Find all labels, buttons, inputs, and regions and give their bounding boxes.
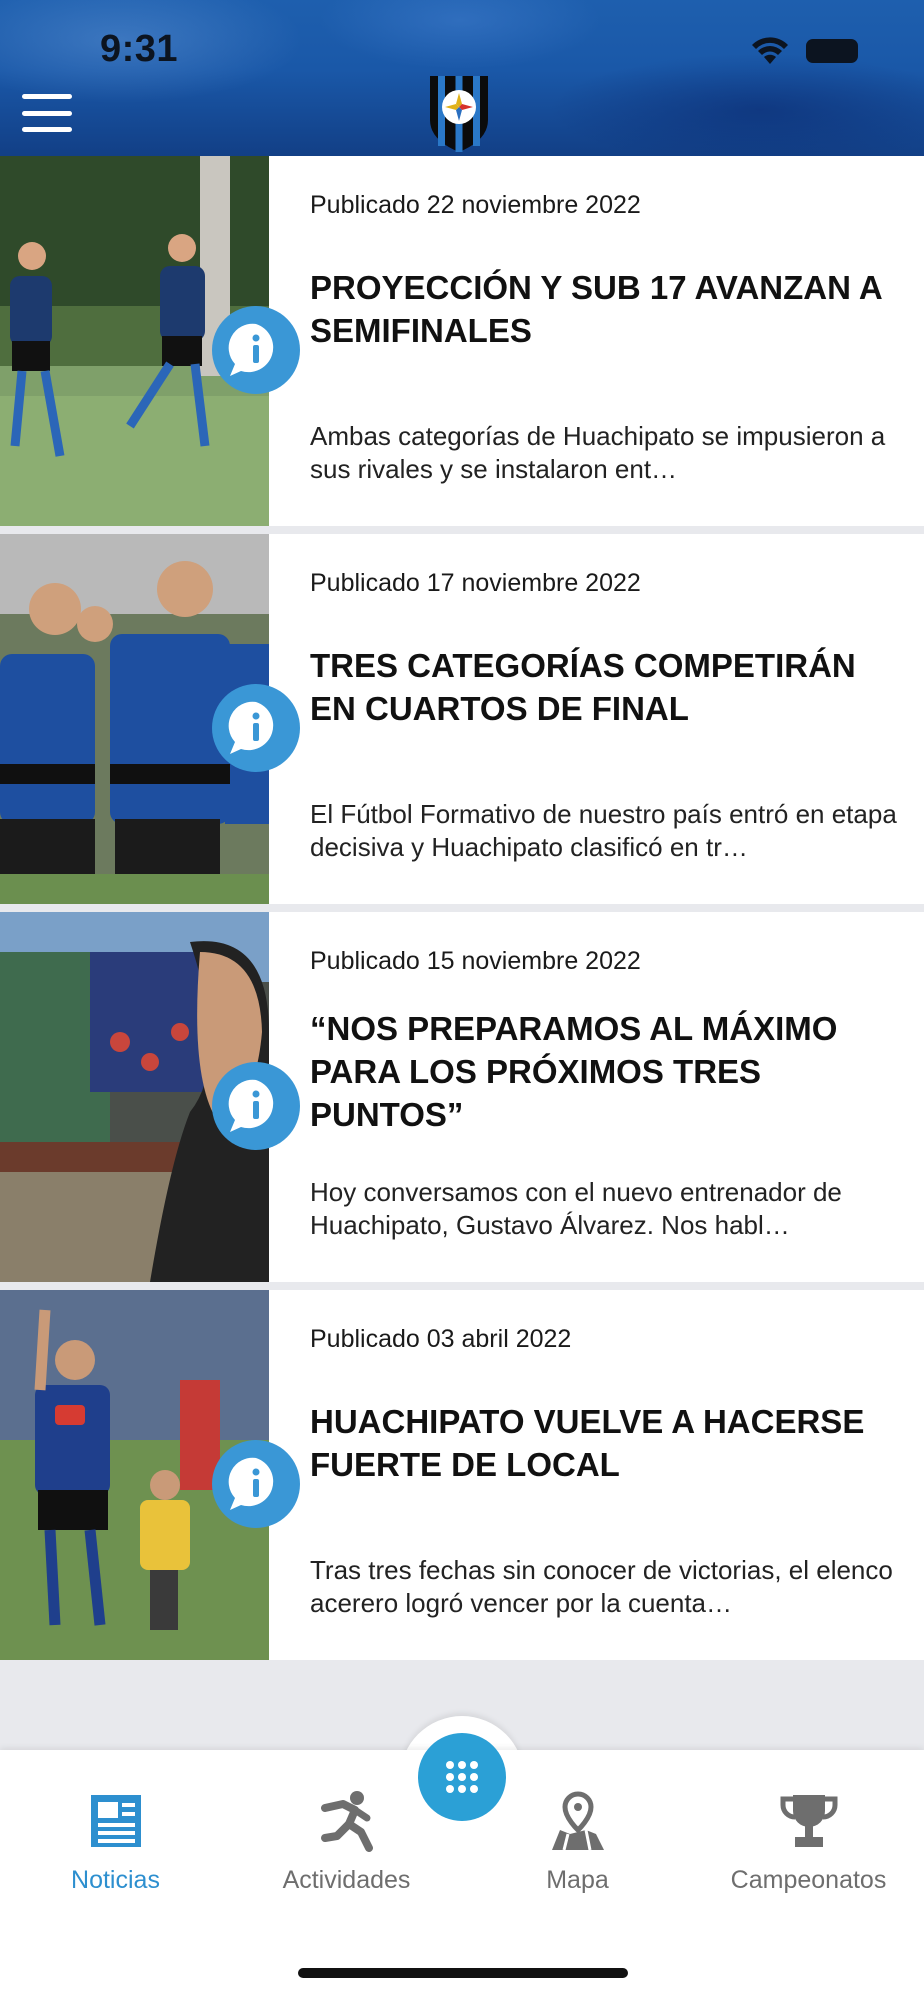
news-card[interactable]: Publicado 03 abril 2022 HUACHIPATO VUELV… <box>0 1290 924 1660</box>
news-date: Publicado 17 noviembre 2022 <box>310 569 641 597</box>
news-title: PROYECCIÓN Y SUB 17 AVANZAN A SEMIFINALE… <box>310 269 882 349</box>
news-excerpt: Ambas categorías de Huachipato se impusi… <box>310 421 886 484</box>
news-date: Publicado 03 abril 2022 <box>310 1325 572 1353</box>
tab-label: Campeonatos <box>730 1866 887 1894</box>
news-card[interactable]: Publicado 22 noviembre 2022 PROYECCIÓN Y… <box>0 156 924 526</box>
battery-icon <box>806 39 858 63</box>
tab-label: Noticias <box>71 1866 160 1894</box>
newspaper-icon <box>90 1795 141 1847</box>
home-indicator <box>298 1968 628 1978</box>
news-date: Publicado 15 noviembre 2022 <box>310 947 641 975</box>
status-icons <box>750 36 858 66</box>
news-card[interactable]: Publicado 15 noviembre 2022 “NOS PREPARA… <box>0 912 924 1282</box>
news-excerpt: Tras tres fechas sin conocer de victoria… <box>310 1555 893 1618</box>
tab-mapa[interactable]: Mapa <box>462 1788 693 1908</box>
news-excerpt: Hoy conversamos con el nuevo entrenador … <box>310 1177 842 1240</box>
tab-actividades[interactable]: Actividades <box>231 1788 462 1908</box>
news-title: “NOS PREPARAMOS AL MÁXIMO PARA LOS PRÓXI… <box>310 1010 838 1133</box>
app-header: 9:31 <box>0 0 924 156</box>
hamburger-menu-icon[interactable] <box>22 94 72 132</box>
news-date: Publicado 22 noviembre 2022 <box>310 191 641 219</box>
tab-campeonatos[interactable]: Campeonatos <box>693 1788 924 1908</box>
running-person-icon <box>320 1791 373 1852</box>
map-pin-icon <box>551 1791 604 1851</box>
news-title: TRES CATEGORÍAS COMPETIRÁN EN CUARTOS DE… <box>310 647 856 727</box>
info-chat-icon <box>212 1062 300 1150</box>
info-chat-icon <box>212 306 300 394</box>
news-title: HUACHIPATO VUELVE A HACERSE FUERTE DE LO… <box>310 1403 865 1483</box>
tab-noticias[interactable]: Noticias <box>0 1788 231 1908</box>
tab-label: Actividades <box>282 1866 411 1894</box>
info-chat-icon <box>212 1440 300 1528</box>
info-chat-icon <box>212 684 300 772</box>
news-card[interactable]: Publicado 17 noviembre 2022 TRES CATEGOR… <box>0 534 924 904</box>
trophy-icon <box>780 1795 837 1847</box>
status-time: 9:31 <box>100 28 179 70</box>
news-excerpt: El Fútbol Formativo de nuestro país entr… <box>310 799 897 862</box>
wifi-icon <box>752 37 788 64</box>
tab-label: Mapa <box>546 1866 609 1894</box>
club-crest-logo <box>430 76 488 152</box>
